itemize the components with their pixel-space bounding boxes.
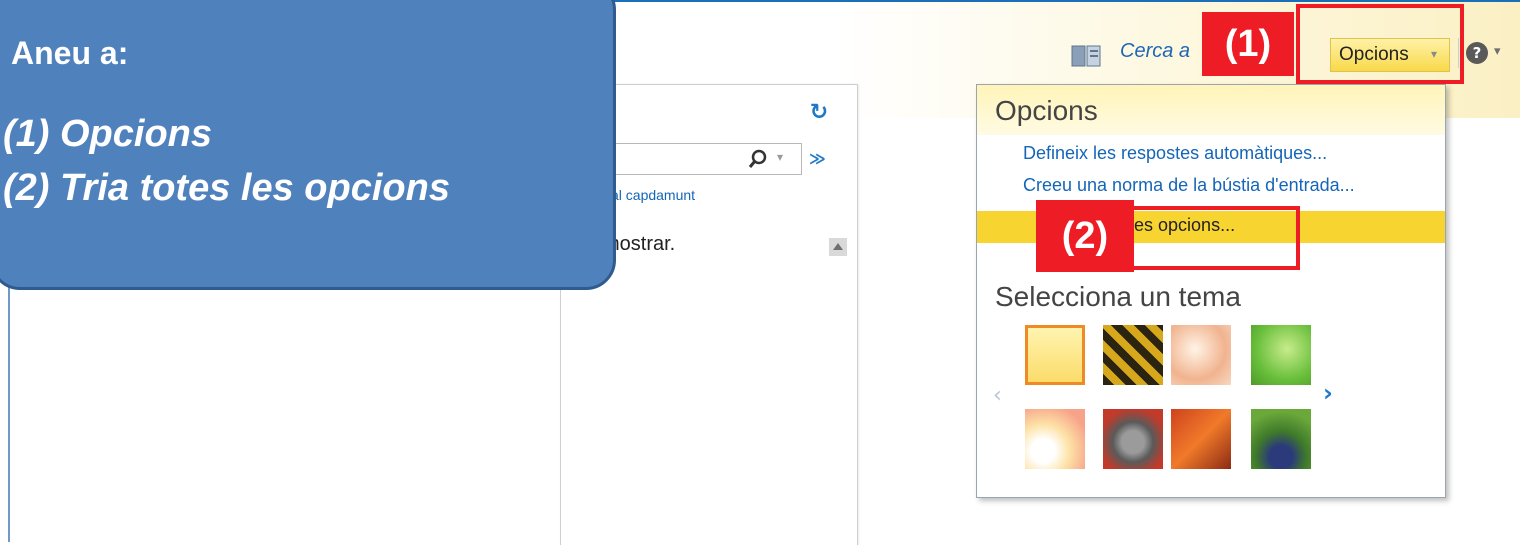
overlay-step-2: (2) Tria totes les opcions (3, 167, 450, 209)
instruction-overlay: Aneu a: (1) Opcions (2) Tria totes les o… (0, 0, 616, 290)
overlay-step-1: (1) Opcions (3, 113, 213, 155)
search-icon[interactable] (747, 148, 769, 170)
menu-item-inbox-rule[interactable]: Creeu una norma de la bústia d'entrada..… (1023, 175, 1355, 196)
chevron-left-icon[interactable]: ‹ (993, 383, 1002, 408)
theme-tile-monster[interactable] (1251, 409, 1311, 469)
help-icon[interactable]: ? (1466, 42, 1488, 64)
theme-tile-default[interactable] (1025, 325, 1085, 385)
chevron-down-icon[interactable]: ▾ (1494, 44, 1501, 59)
options-menu: Opcions Defineix les respostes automàtiq… (976, 84, 1446, 498)
theme-tile-leaf[interactable] (1251, 325, 1311, 385)
theme-tile-sunrise[interactable] (1025, 409, 1085, 469)
theme-tile-autumn[interactable] (1171, 409, 1231, 469)
theme-section-title: Selecciona un tema (995, 281, 1241, 312)
chevron-right-icon[interactable]: › (1323, 379, 1333, 407)
overlay-title: Aneu a: (11, 35, 129, 71)
scroll-up-button[interactable] (829, 238, 847, 256)
search-address-link[interactable]: Cerca a (1120, 40, 1190, 63)
menu-item-auto-replies[interactable]: Defineix les respostes automàtiques... (1023, 143, 1327, 164)
options-menu-header: Opcions (977, 85, 1445, 135)
callout-2-label: (2) (1036, 200, 1134, 272)
callout-2-box (1130, 206, 1300, 270)
theme-tile-peach[interactable] (1171, 325, 1231, 385)
refresh-icon[interactable]: ↻ (807, 101, 831, 125)
address-book-icon[interactable] (1070, 44, 1104, 68)
theme-tile-robot[interactable] (1103, 409, 1163, 469)
chevron-down-icon[interactable]: ▾ (777, 150, 783, 164)
scroll-top-link[interactable]: al capdamunt (611, 187, 695, 203)
expand-icon[interactable]: ≫ (809, 149, 826, 168)
callout-1-box (1296, 4, 1464, 84)
theme-tile-tiger[interactable] (1103, 325, 1163, 385)
callout-1-label: (1) (1202, 12, 1294, 76)
options-menu-title: Opcions (995, 95, 1098, 126)
